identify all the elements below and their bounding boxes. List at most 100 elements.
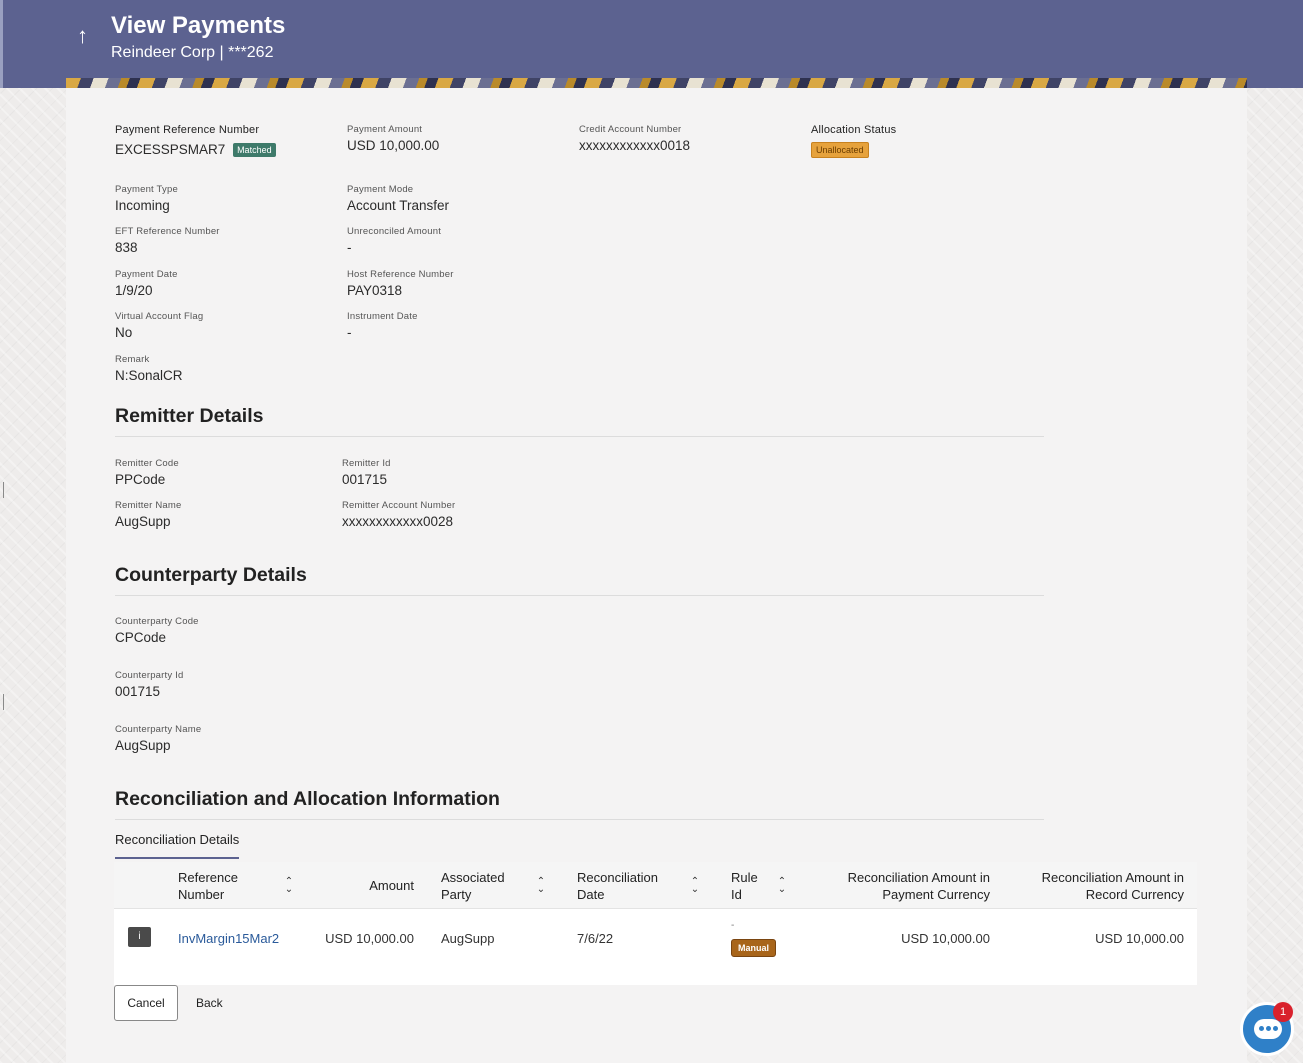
field-label: Instrument Date	[347, 311, 418, 322]
remitter-name-field: Remitter Name AugSupp	[115, 500, 181, 529]
field-label: Payment Reference Number	[115, 124, 260, 136]
row-associated-party: AugSupp	[441, 931, 495, 946]
column-header-amount-payment-currency: Reconciliation Amount in Payment Currenc…	[847, 870, 990, 902]
field-label: Remark	[115, 354, 150, 365]
payment-details-card: Payment Reference Number EXCESSPSMAR7 Ma…	[66, 88, 1247, 1063]
eft-reference-value: 838	[115, 240, 138, 255]
counterparty-code-value: CPCode	[115, 630, 167, 645]
section-divider	[115, 595, 1044, 596]
field-label: Remitter Account Number	[342, 500, 456, 511]
field-label: Payment Mode	[347, 184, 414, 195]
column-header-associated-party: Associated Party	[441, 870, 505, 902]
row-amount: USD 10,000.00	[325, 931, 414, 946]
field-label: Virtual Account Flag	[115, 311, 204, 322]
sort-icon[interactable]: ⌃ ⌄	[284, 877, 294, 895]
payment-reference-value: EXCESSPSMAR7	[115, 142, 226, 157]
chatbot-button[interactable]: 1	[1240, 1002, 1294, 1056]
instrument-date-value: -	[347, 325, 352, 340]
manual-rule-badge: Manual	[731, 939, 777, 957]
column-header-rule-id: Rule Id	[731, 870, 758, 902]
reference-number-link[interactable]: InvMargin15Mar2	[178, 931, 279, 946]
field-label: Host Reference Number	[347, 269, 454, 280]
reconciliation-table: Reference Number ⌃ ⌄ Amount Associated Pa…	[114, 862, 1197, 985]
payment-mode-field: Payment Mode Account Transfer	[347, 184, 449, 213]
remitter-id-field: Remitter Id 001715	[342, 458, 391, 487]
payment-type-field: Payment Type Incoming	[115, 184, 178, 213]
unallocated-status-badge: Unallocated	[811, 142, 869, 158]
field-label: Unreconciled Amount	[347, 226, 442, 237]
remark-value: N:SonalCR	[115, 368, 183, 383]
credit-account-value: xxxxxxxxxxxx0018	[579, 138, 691, 153]
notification-count-badge: 1	[1273, 1002, 1293, 1022]
remitter-section-title: Remitter Details	[115, 405, 264, 427]
reconciliation-section-title: Reconciliation and Allocation Informatio…	[115, 788, 500, 810]
payment-type-value: Incoming	[115, 198, 170, 213]
remitter-id-value: 001715	[342, 472, 388, 487]
column-header-reconciliation-date: Reconciliation Date	[577, 870, 658, 902]
credit-account-field: Credit Account Number xxxxxxxxxxxx0018	[579, 124, 690, 153]
table-header: Reference Number ⌃ ⌄ Amount Associated Pa…	[114, 862, 1197, 909]
row-rule-id: -	[731, 920, 735, 931]
virtual-account-flag-field: Virtual Account Flag No	[115, 311, 203, 340]
page-subtitle: Reindeer Corp | ***262	[111, 44, 274, 61]
field-label: Allocation Status	[811, 124, 897, 136]
section-divider	[115, 819, 1044, 820]
remitter-code-value: PPCode	[115, 472, 166, 487]
host-reference-field: Host Reference Number PAY0318	[347, 269, 454, 298]
field-label: Credit Account Number	[579, 124, 682, 135]
instrument-date-field: Instrument Date -	[347, 311, 418, 340]
counterparty-id-field: Counterparty Id 001715	[115, 670, 183, 699]
column-header-reference-number: Reference Number	[178, 870, 238, 902]
page-header: ↑ View Payments Reindeer Corp | ***262	[0, 0, 1303, 88]
unreconciled-amount-field: Unreconciled Amount -	[347, 226, 441, 255]
column-header-amount-record-currency: Reconciliation Amount in Record Currency	[1041, 870, 1184, 902]
field-label: Payment Date	[115, 269, 178, 280]
remitter-name-value: AugSupp	[115, 514, 171, 529]
unreconciled-amount-value: -	[347, 240, 352, 255]
counterparty-name-value: AugSupp	[115, 738, 171, 753]
counterparty-id-value: 001715	[115, 684, 161, 699]
sort-icon[interactable]: ⌃ ⌄	[777, 877, 787, 895]
field-label: Counterparty Code	[115, 616, 199, 627]
up-arrow-icon[interactable]: ↑	[77, 24, 88, 48]
matched-status-badge: Matched	[233, 143, 276, 158]
chat-icon	[1254, 1019, 1282, 1039]
field-label: Payment Amount	[347, 124, 423, 135]
allocation-status-field: Allocation Status Unallocated	[811, 124, 896, 158]
remark-field: Remark N:SonalCR	[115, 354, 183, 383]
left-edge-marker	[3, 482, 4, 498]
info-icon[interactable]: i	[128, 927, 151, 947]
payment-amount-field: Payment Amount USD 10,000.00	[347, 124, 439, 153]
field-label: Remitter Name	[115, 500, 182, 511]
counterparty-section-title: Counterparty Details	[115, 564, 307, 586]
tab-reconciliation-details[interactable]: Reconciliation Details	[115, 832, 240, 859]
payment-amount-value: USD 10,000.00	[347, 138, 440, 153]
back-button[interactable]: Back	[196, 985, 223, 1021]
counterparty-code-field: Counterparty Code CPCode	[115, 616, 199, 645]
field-label: EFT Reference Number	[115, 226, 220, 237]
payment-reference-field: Payment Reference Number EXCESSPSMAR7 Ma…	[115, 124, 276, 158]
host-reference-value: PAY0318	[347, 283, 403, 298]
row-reconciliation-date: 7/6/22	[577, 931, 614, 946]
field-label: Remitter Id	[342, 458, 391, 469]
sort-icon[interactable]: ⌃ ⌄	[536, 877, 546, 895]
sort-icon[interactable]: ⌃ ⌄	[690, 877, 700, 895]
row-amount-record-currency: USD 10,000.00	[1095, 931, 1184, 946]
counterparty-name-field: Counterparty Name AugSupp	[115, 724, 201, 753]
virtual-account-flag-value: No	[115, 325, 133, 340]
cancel-button[interactable]: Cancel	[114, 985, 178, 1021]
eft-reference-field: EFT Reference Number 838	[115, 226, 220, 255]
row-amount-payment-currency: USD 10,000.00	[901, 931, 990, 946]
payment-mode-value: Account Transfer	[347, 198, 450, 213]
remitter-account-value: xxxxxxxxxxxx0028	[342, 514, 454, 529]
remitter-code-field: Remitter Code PPCode	[115, 458, 179, 487]
column-header-amount: Amount	[369, 878, 414, 893]
payment-date-value: 1/9/20	[115, 283, 153, 298]
left-edge-marker	[3, 694, 4, 710]
header-banner-strip	[66, 78, 1247, 88]
section-divider	[115, 436, 1044, 437]
page-title: View Payments	[111, 12, 286, 39]
payment-date-field: Payment Date 1/9/20	[115, 269, 178, 298]
remitter-account-field: Remitter Account Number xxxxxxxxxxxx0028	[342, 500, 455, 529]
field-label: Counterparty Name	[115, 724, 202, 735]
